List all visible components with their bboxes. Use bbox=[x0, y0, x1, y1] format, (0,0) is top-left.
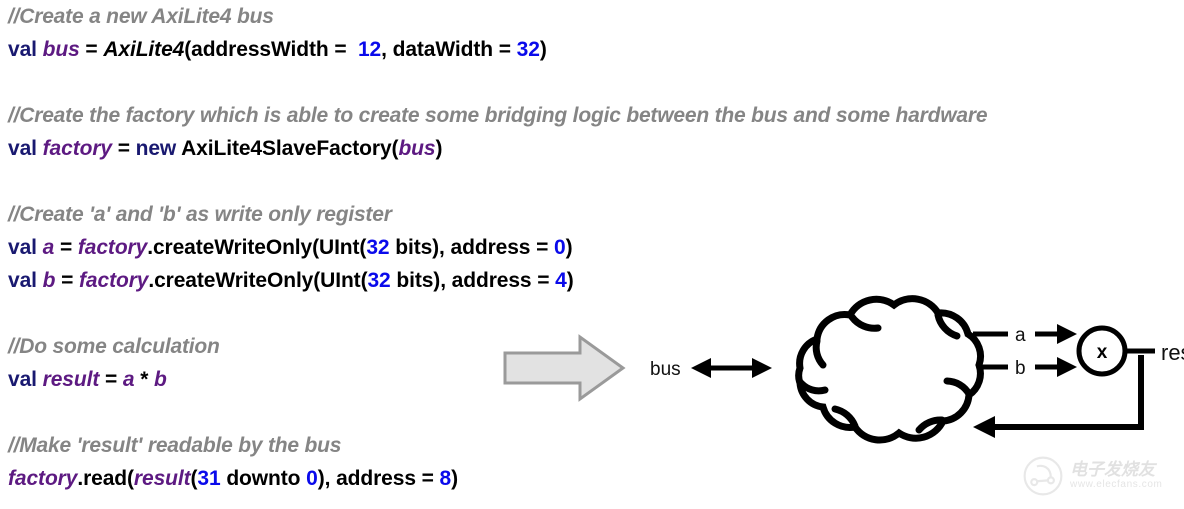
comment-text: //Make 'result' readable by the bus bbox=[8, 434, 342, 457]
code-token: AxiLite4SlaveFactory( bbox=[176, 137, 399, 160]
multiplier-node: x bbox=[1076, 325, 1128, 377]
code-token: 0 bbox=[554, 236, 566, 259]
implies-arrow-icon bbox=[503, 334, 626, 402]
code-token: bus bbox=[42, 38, 80, 61]
code-token: , dataWidth = bbox=[381, 38, 517, 61]
code-token: 31 bbox=[197, 467, 221, 490]
code-token: val bbox=[8, 137, 43, 160]
multiplier-symbol: x bbox=[1097, 342, 1108, 363]
code-token: val bbox=[8, 38, 43, 61]
code-tokens: val bus = AxiLite4(addressWidth = 12, da… bbox=[8, 39, 547, 60]
comment-line-2: //Create the factory which is able to cr… bbox=[8, 99, 1178, 132]
code-token: a bbox=[42, 236, 55, 259]
code-token: = bbox=[111, 137, 136, 160]
code-token: val bbox=[8, 236, 43, 259]
code-token: 32 bbox=[367, 269, 391, 292]
comment-text: //Create the factory which is able to cr… bbox=[8, 104, 988, 127]
bus-label: bus bbox=[650, 359, 681, 380]
code-token: .createWriteOnly(UInt( bbox=[147, 236, 367, 259]
code-token: 12 bbox=[352, 38, 382, 61]
signal-b-label: b bbox=[1015, 358, 1026, 379]
code-token: AxiLite4 bbox=[103, 38, 185, 61]
code-line-factory-decl: val factory = new AxiLite4SlaveFactory(b… bbox=[8, 132, 1178, 165]
code-token: downto bbox=[220, 467, 307, 490]
code-line-a-decl: val a = factory.createWriteOnly(UInt(32 … bbox=[8, 231, 1178, 264]
signal-b-arrow-icon bbox=[1035, 357, 1077, 377]
comment-line-1: //Create a new AxiLite4 bus bbox=[8, 0, 1178, 33]
code-token: 8 bbox=[439, 467, 452, 490]
code-token: bits), address = bbox=[389, 236, 555, 259]
code-token: ) bbox=[566, 269, 574, 292]
code-tokens: val factory = new AxiLite4SlaveFactory(b… bbox=[8, 138, 442, 159]
code-tokens: val a = factory.createWriteOnly(UInt(32 … bbox=[8, 237, 573, 258]
code-token: factory bbox=[8, 467, 78, 490]
code-line-b-decl: val b = factory.createWriteOnly(UInt(32 … bbox=[8, 264, 1178, 297]
code-token: 4 bbox=[555, 269, 567, 292]
comment-text: //Create 'a' and 'b' as write only regis… bbox=[8, 203, 392, 226]
comment-text: //Do some calculation bbox=[8, 335, 220, 358]
comment-line-3: //Create 'a' and 'b' as write only regis… bbox=[8, 198, 1178, 231]
code-token: ) bbox=[435, 137, 443, 160]
code-token: bits), address = bbox=[390, 269, 556, 292]
result-label: result bbox=[1161, 340, 1184, 365]
code-token: new bbox=[135, 137, 177, 160]
code-token: bus bbox=[398, 137, 436, 160]
code-token: ) bbox=[451, 467, 459, 490]
code-token: 0 bbox=[306, 467, 318, 490]
code-token: ) bbox=[565, 236, 573, 259]
signal-a-label: a bbox=[1015, 325, 1026, 346]
code-token: .read( bbox=[77, 467, 134, 490]
code-token: a bbox=[122, 368, 135, 391]
signal-a-arrow-icon bbox=[1035, 324, 1077, 344]
code-token: 32 bbox=[366, 236, 390, 259]
hardware-diagram: bus a b x re bbox=[495, 295, 1184, 485]
code-token: factory bbox=[77, 236, 148, 259]
bus-bidirectional-arrow-icon bbox=[691, 358, 772, 378]
code-tokens: val b = factory.createWriteOnly(UInt(32 … bbox=[8, 270, 574, 291]
code-token: result bbox=[133, 467, 191, 490]
comment-text: //Create a new AxiLite4 bus bbox=[8, 5, 274, 28]
code-token: factory bbox=[42, 137, 112, 160]
code-token: .createWriteOnly(UInt( bbox=[148, 269, 368, 292]
code-token: val bbox=[8, 269, 43, 292]
code-token: = bbox=[54, 236, 78, 259]
code-token: = bbox=[55, 269, 80, 292]
code-token: result bbox=[42, 368, 100, 391]
code-token: b bbox=[42, 269, 56, 292]
code-token: ), address = bbox=[317, 467, 440, 490]
code-token: * bbox=[134, 368, 155, 391]
code-line-bus-decl: val bus = AxiLite4(addressWidth = 12, da… bbox=[8, 33, 1178, 66]
code-tokens: val result = a * b bbox=[8, 369, 167, 390]
code-token: (addressWidth = bbox=[184, 38, 353, 61]
code-token: b bbox=[154, 368, 167, 391]
code-token: ) bbox=[539, 38, 547, 61]
screenshot-root: //Create a new AxiLite4 bus val bus = Ax… bbox=[0, 0, 1184, 509]
code-token: val bbox=[8, 368, 43, 391]
code-token: = bbox=[79, 38, 104, 61]
code-token: = bbox=[99, 368, 123, 391]
code-token: factory bbox=[79, 269, 149, 292]
code-token: 32 bbox=[516, 38, 540, 61]
code-tokens: factory.read(result(31 downto 0), addres… bbox=[8, 468, 458, 489]
logic-cloud-shape bbox=[795, 295, 984, 444]
